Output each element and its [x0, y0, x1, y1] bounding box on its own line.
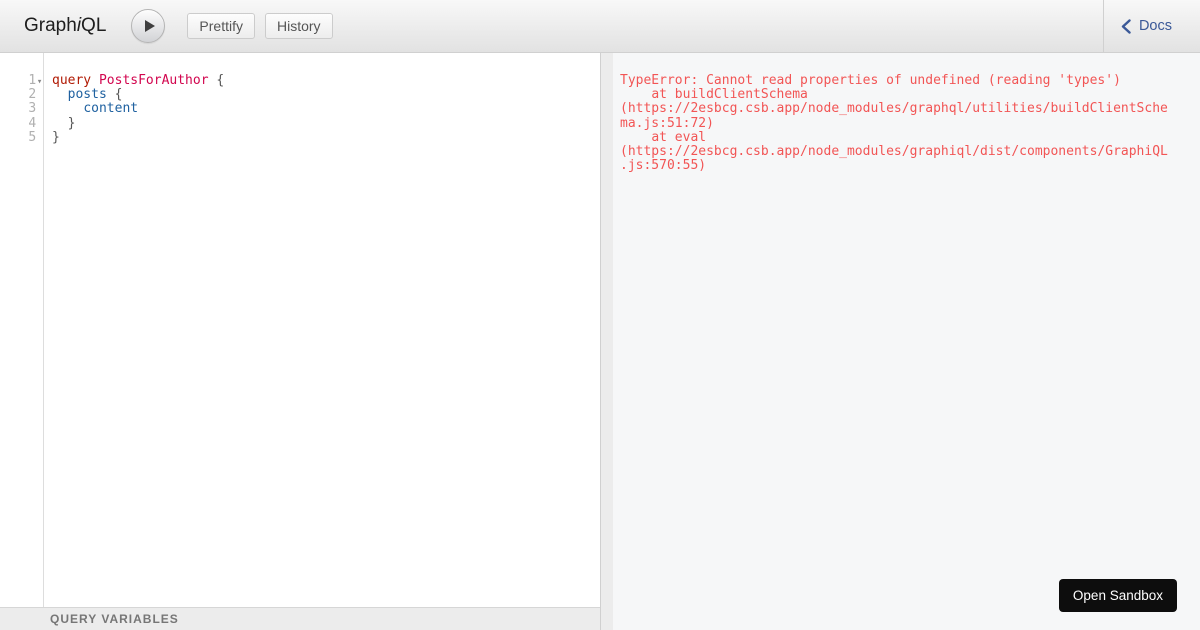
gutter-row: 3 — [0, 102, 43, 116]
result-pane: TypeError: Cannot read properties of und… — [613, 53, 1200, 630]
line-number: 5 — [28, 129, 37, 145]
app-title-part: Graph — [24, 15, 77, 36]
chevron-left-icon — [1121, 18, 1131, 34]
history-button[interactable]: History — [264, 13, 333, 39]
editor-gutter: 1 ▾ 2 3 4 5 — [0, 53, 44, 607]
line-number: 4 — [28, 115, 37, 131]
line-number: 3 — [28, 101, 37, 117]
fold-marker-icon[interactable]: ▾ — [36, 75, 43, 89]
code-line[interactable]: query PostsForAuthor { — [52, 73, 600, 88]
code-line[interactable]: } — [52, 115, 600, 131]
main-area: 1 ▾ 2 3 4 5 query PostsForAuthor { posts { co… — [0, 53, 1200, 630]
execute-query-button[interactable] — [131, 9, 166, 43]
token-punct: { — [114, 87, 123, 103]
token-keyword: query — [52, 73, 92, 88]
docs-label: Docs — [1138, 18, 1172, 34]
token-property: content — [83, 101, 139, 117]
gutter-row: 5 — [0, 129, 43, 145]
token-punct: } — [52, 129, 60, 145]
prettify-button[interactable]: Prettify — [187, 13, 255, 39]
gutter-row: 1 ▾ — [0, 73, 43, 89]
code-line[interactable]: posts { — [52, 88, 600, 102]
query-variables-bar[interactable]: QUERY VARIABLES — [0, 607, 600, 630]
line-number: 2 — [28, 87, 37, 103]
topbar: GraphiQL Prettify History Docs — [0, 0, 1200, 53]
app-title-part: QL — [81, 15, 107, 36]
play-icon — [141, 19, 156, 33]
pane-divider[interactable] — [600, 53, 613, 630]
error-message: TypeError: Cannot read properties of und… — [620, 73, 1168, 174]
code-lines[interactable]: query PostsForAuthor { posts { content }… — [52, 53, 600, 145]
query-variables-title: QUERY VARIABLES — [50, 612, 179, 626]
token-punct: { — [216, 73, 225, 88]
docs-toggle[interactable]: Docs — [1102, 0, 1200, 52]
token-property: posts — [67, 87, 107, 103]
gutter-row: 2 — [0, 87, 43, 103]
token-punct: } — [67, 115, 76, 131]
token-def: PostsForAuthor — [98, 73, 209, 88]
app-title: GraphiQL — [24, 15, 106, 37]
gutter-row: 4 — [0, 115, 43, 131]
line-number: 1 — [28, 73, 37, 88]
query-editor-pane[interactable]: 1 ▾ 2 3 4 5 query PostsForAuthor { posts { co… — [0, 53, 600, 630]
open-sandbox-button[interactable]: Open Sandbox — [1058, 579, 1177, 612]
code-line[interactable]: } — [52, 129, 600, 145]
code-line[interactable]: content — [52, 102, 600, 116]
